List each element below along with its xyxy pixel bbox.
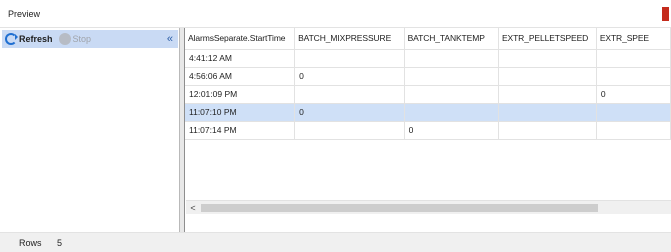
- grid-cell[interactable]: [404, 49, 499, 68]
- scrollbar-thumb[interactable]: [201, 204, 598, 212]
- grid-cell[interactable]: [498, 103, 597, 122]
- grid-cell[interactable]: 11:07:10 PM: [185, 103, 296, 122]
- grid-cell[interactable]: [404, 67, 499, 86]
- grid-cell[interactable]: 12:01:09 PM: [185, 85, 296, 104]
- grid-cell[interactable]: [596, 103, 671, 122]
- grid-cell[interactable]: 11:07:14 PM: [185, 121, 296, 140]
- stop-icon: [58, 33, 71, 45]
- rows-label: Rows: [19, 238, 42, 248]
- grid-cell[interactable]: [294, 49, 405, 68]
- grid-cell[interactable]: 4:56:06 AM: [185, 67, 296, 86]
- table-row[interactable]: 4:41:12 AM: [185, 49, 671, 68]
- left-pane: Refresh Stop «: [0, 28, 179, 232]
- grid-cell[interactable]: [498, 85, 597, 104]
- column-header[interactable]: BATCH_MIXPRESSURE: [294, 28, 405, 50]
- table-row[interactable]: 11:07:14 PM 0: [185, 121, 671, 140]
- column-header[interactable]: EXTR_SPEE: [596, 28, 671, 50]
- status-bar: Rows 5: [0, 232, 671, 252]
- grid-cell[interactable]: 0: [404, 121, 499, 140]
- preview-header: Preview: [0, 0, 671, 28]
- grid-cell[interactable]: 0: [294, 103, 405, 122]
- stop-label: Stop: [72, 34, 92, 44]
- grid-cell[interactable]: [498, 121, 597, 140]
- scroll-left-icon[interactable]: <: [187, 202, 199, 214]
- collapse-pane-icon[interactable]: «: [167, 32, 173, 46]
- grid-cell[interactable]: [596, 121, 671, 140]
- accent-marker: [662, 7, 669, 21]
- refresh-icon: [5, 33, 18, 45]
- grid-cell[interactable]: [294, 121, 405, 140]
- horizontal-scrollbar[interactable]: <: [186, 200, 671, 214]
- refresh-button[interactable]: Refresh: [2, 30, 56, 48]
- preview-toolbar: Refresh Stop «: [2, 30, 178, 48]
- grid-cell[interactable]: [596, 67, 671, 86]
- table-row[interactable]: 4:56:06 AM 0: [185, 67, 671, 86]
- table-row[interactable]: 12:01:09 PM 0: [185, 85, 671, 104]
- grid-cell[interactable]: 4:41:12 AM: [185, 49, 296, 68]
- grid-cell[interactable]: [498, 49, 597, 68]
- column-header[interactable]: AlarmsSeparate.StartTime: [185, 28, 296, 50]
- grid-cell[interactable]: [404, 103, 499, 122]
- refresh-label: Refresh: [19, 34, 53, 44]
- grid-cell[interactable]: 0: [596, 85, 671, 104]
- grid-cell[interactable]: [596, 49, 671, 68]
- grid-cell[interactable]: [404, 85, 499, 104]
- column-header[interactable]: BATCH_TANKTEMP: [404, 28, 499, 50]
- column-header[interactable]: EXTR_PELLETSPEED: [498, 28, 597, 50]
- panel-title: Preview: [8, 9, 41, 19]
- grid-cell[interactable]: [498, 67, 597, 86]
- grid-header-row: AlarmsSeparate.StartTime BATCH_MIXPRESSU…: [185, 28, 671, 50]
- grid-cell[interactable]: [294, 85, 405, 104]
- rows-count: 5: [57, 238, 63, 248]
- grid-cell[interactable]: 0: [294, 67, 405, 86]
- table-row-selected[interactable]: 11:07:10 PM 0: [185, 103, 671, 122]
- stop-button[interactable]: Stop: [56, 30, 95, 48]
